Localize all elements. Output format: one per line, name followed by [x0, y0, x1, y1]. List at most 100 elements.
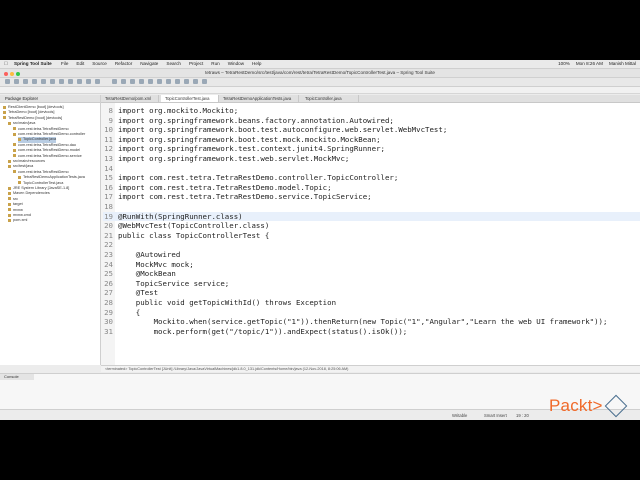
code-text: Mockito.when(service.getTopic("1")).then… — [118, 317, 608, 327]
tree-item[interactable]: src/test/java — [8, 164, 33, 169]
code-text: import org.springframework.boot.test.moc… — [118, 134, 381, 144]
toolbar-button-icon[interactable] — [121, 79, 126, 84]
toolbar-button-icon[interactable] — [50, 79, 55, 84]
tree-item[interactable]: pom.xml — [8, 218, 27, 223]
minimize-window-button[interactable] — [10, 72, 14, 76]
package-explorer-tab[interactable]: Package Explorer — [0, 95, 100, 103]
toolbar-button-icon[interactable] — [32, 79, 37, 84]
tree-item-label: TetraDemo [boot] [devtools] — [8, 110, 55, 115]
menu-run[interactable]: Run — [211, 61, 219, 66]
cursor-position: 19 : 20 — [516, 413, 529, 418]
code-text: TopicService service; — [118, 278, 230, 288]
tree-item[interactable]: com.rest.tetra.TetraRestDemo — [13, 127, 69, 132]
toolbar-button-icon[interactable] — [5, 79, 10, 84]
tree-item-label: com.rest.tetra.TetraRestDemo.dao — [18, 142, 77, 147]
menu-edit[interactable]: Edit — [76, 61, 84, 66]
code-editor[interactable]: 8 import org.mockito.Mockito; 9 import org.… — [101, 103, 640, 365]
toolbar-button-icon[interactable] — [112, 79, 117, 84]
tree-item[interactable]: com.rest.tetra.TetraRestDemo.model — [13, 148, 80, 153]
tree-item[interactable]: TetraRestDemoApplicationTests.java — [18, 175, 85, 180]
toolbar-button-icon[interactable] — [148, 79, 153, 84]
code-text: import org.springframework.boot.test.aut… — [118, 125, 448, 135]
menu-project[interactable]: Project — [189, 61, 203, 66]
toolbar-button-icon[interactable] — [139, 79, 144, 84]
code-line: 27 @Test — [103, 288, 158, 297]
tree-node-icon — [13, 154, 16, 158]
code-text: import org.mockito.Mockito; — [118, 106, 239, 115]
zoom-window-button[interactable] — [16, 72, 20, 76]
toolbar-button-icon[interactable] — [157, 79, 162, 84]
menu-search[interactable]: Search — [166, 61, 181, 66]
window-title: tetraws – TetraRestDemo/src/test/java/co… — [205, 70, 435, 75]
tree-item-label: Maven Dependencies — [13, 191, 50, 196]
menu-file[interactable]: File — [61, 61, 68, 66]
toolbar-button-icon[interactable] — [166, 79, 171, 84]
code-line: 10 import org.springframework.boot.test.a… — [103, 125, 447, 134]
tree-item-label: mvnw — [13, 207, 23, 212]
tree-item-label: com.rest.tetra.TetraRestDemo.model — [18, 148, 81, 153]
toolbar-button-icon[interactable] — [202, 79, 207, 84]
toolbar-button-icon[interactable] — [184, 79, 189, 84]
tree-item-label: JRE System Library [JavaSE-1.8] — [13, 186, 70, 190]
code-text: import com.rest.tetra.TetraRestDemo.serv… — [118, 192, 372, 202]
toolbar-button-icon[interactable] — [130, 79, 135, 84]
code-line: 15 import com.rest.tetra.TetraRestDemo.co… — [103, 173, 398, 182]
tree-item[interactable]: Maven Dependencies — [8, 191, 50, 196]
tree-item-label: TopicControllerTest.java — [23, 180, 64, 185]
tree-item[interactable]: com.rest.tetra.TetraRestDemo.service — [13, 154, 82, 159]
editor-tab[interactable]: TetraRestDemo/pom.xml — [101, 95, 159, 102]
app-menu[interactable]: Spring Tool Suite — [14, 61, 52, 66]
tree-item-label: RestClientDemo [boot] [devtools] — [8, 105, 64, 109]
toolbar-button-icon[interactable] — [14, 79, 19, 84]
console-tab[interactable]: Console — [0, 374, 34, 380]
breadcrumb — [0, 87, 640, 94]
toolbar-button-icon[interactable] — [77, 79, 82, 84]
toolbar-button-icon[interactable] — [41, 79, 46, 84]
menu-window[interactable]: Window — [228, 61, 244, 66]
tree-node-icon — [8, 186, 11, 190]
tree-item[interactable]: TetraDemo [boot] [devtools] — [3, 110, 54, 115]
code-text: import org.springframework.test.web.serv… — [118, 154, 350, 163]
tree-item[interactable]: TopicController.java — [18, 137, 57, 143]
toolbar-button-icon[interactable] — [68, 79, 73, 84]
menubar-status-item[interactable]: Manish Mittal — [609, 61, 636, 66]
menubar-status-item[interactable]: 100% — [558, 61, 570, 66]
menu-navigate[interactable]: Navigate — [140, 61, 158, 66]
code-text: import com.rest.tetra.TetraRestDemo.mode… — [118, 182, 332, 192]
tree-node-icon — [13, 148, 16, 152]
line-number: 29 — [104, 307, 113, 317]
console-panel: Console — [0, 373, 640, 410]
tree-item[interactable]: target — [8, 202, 23, 207]
line-number: 8 — [108, 106, 113, 115]
code-line: 25 @MockBean — [103, 269, 176, 278]
code-line: 21 public class TopicControllerTest { — [103, 231, 269, 240]
line-number: 9 — [108, 115, 113, 125]
toolbar-button-icon[interactable] — [193, 79, 198, 84]
code-line: 24 MockMvc mock; — [103, 260, 194, 269]
close-window-button[interactable] — [4, 72, 8, 76]
code-text: public void getTopicWithId() throws Exce… — [118, 298, 337, 307]
toolbar-button-icon[interactable] — [59, 79, 64, 84]
apple-icon[interactable]:  — [4, 60, 8, 68]
tree-item[interactable]: mvnw — [8, 208, 23, 213]
tree-item[interactable]: src/main/java — [8, 121, 35, 126]
line-number: 15 — [104, 173, 113, 183]
menubar-status-item[interactable]: Mon 8:26 AM — [576, 61, 603, 66]
tree-item-label: target — [13, 202, 23, 207]
tree-node-icon — [13, 127, 16, 131]
toolbar-button-icon[interactable] — [95, 79, 100, 84]
editor-tab[interactable]: TopicController.java — [301, 95, 359, 102]
code-text: public class TopicControllerTest { — [118, 230, 270, 240]
toolbar-button-icon[interactable] — [86, 79, 91, 84]
toolbar-button-icon[interactable] — [175, 79, 180, 84]
menu-refactor[interactable]: Refactor — [115, 61, 132, 66]
editor-tab[interactable]: TopicControllerTest.java — [161, 95, 219, 102]
code-line: 17 import com.rest.tetra.TetraRestDemo.se… — [103, 192, 372, 201]
menu-help[interactable]: Help — [252, 61, 261, 66]
code-line: 22 — [103, 240, 118, 249]
code-line: 29 { — [103, 308, 140, 317]
tree-item[interactable]: TopicControllerTest.java — [18, 181, 63, 186]
editor-tab[interactable]: TetraRestDemoApplicationTests.java — [219, 95, 299, 102]
menu-source[interactable]: Source — [92, 61, 107, 66]
toolbar-button-icon[interactable] — [23, 79, 28, 84]
